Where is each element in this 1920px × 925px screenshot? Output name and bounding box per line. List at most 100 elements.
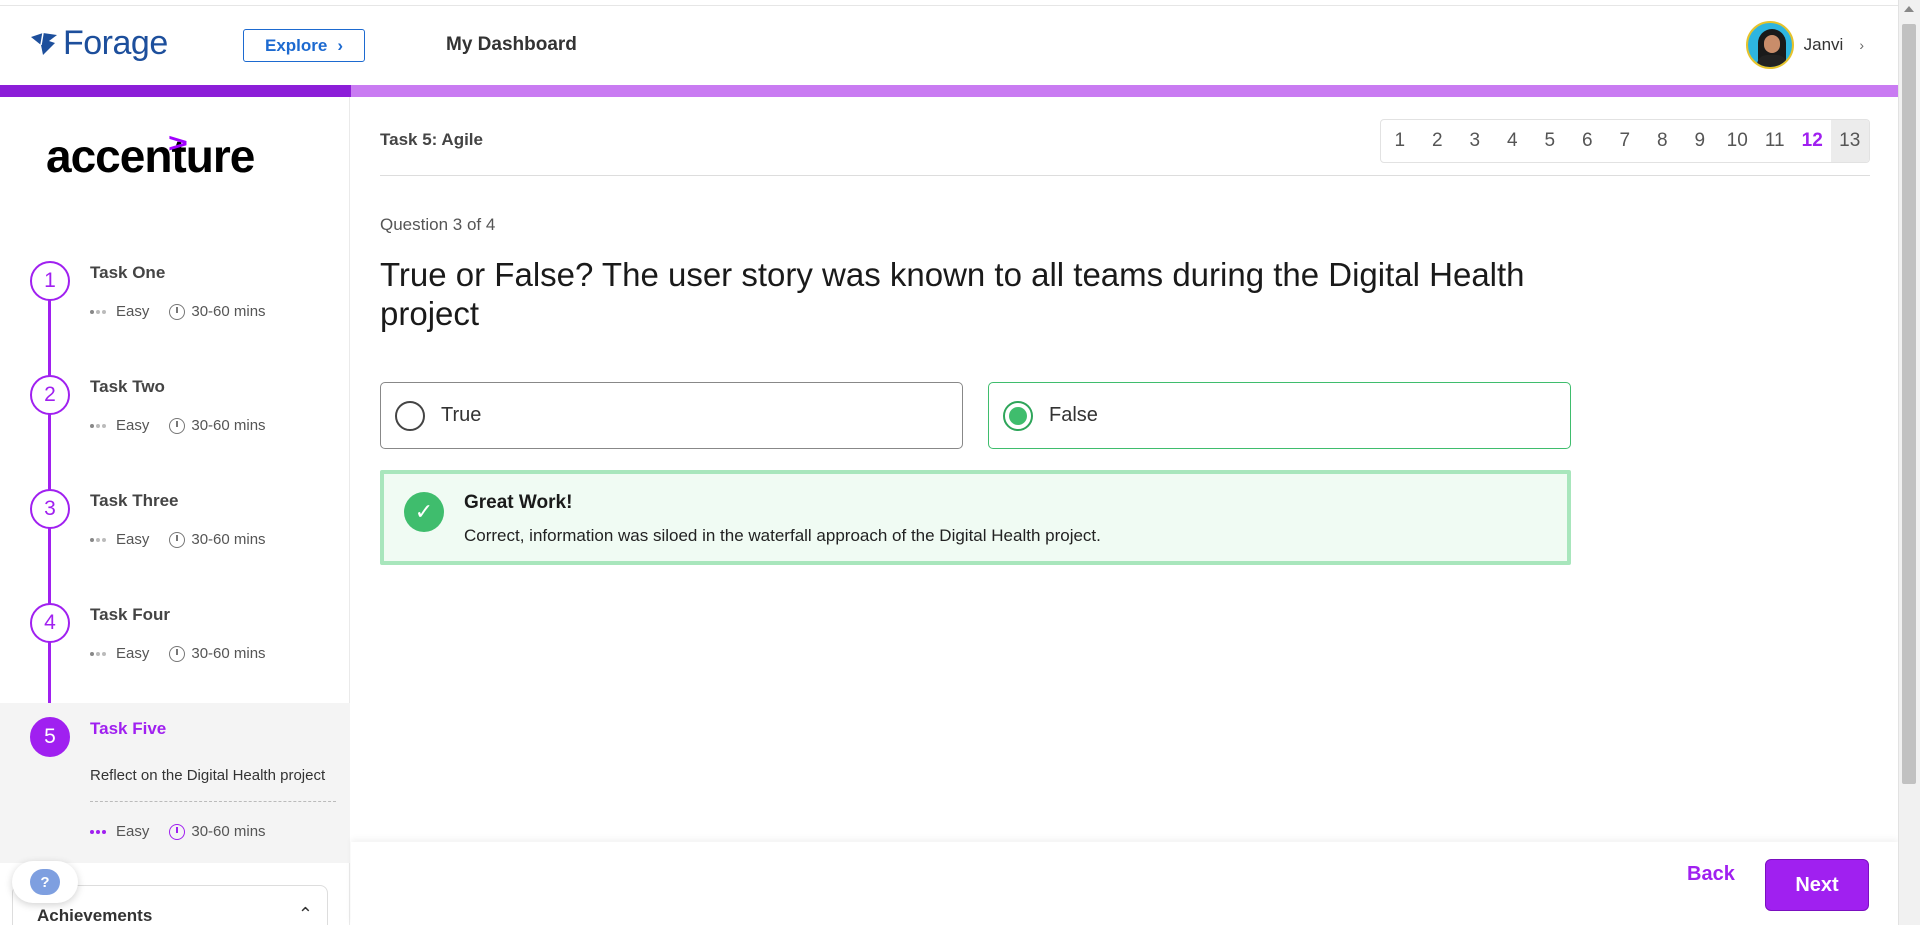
chevron-right-icon: ›: [337, 35, 344, 55]
main-content: Task 5: Agile 1 2 3 4 5 6 7 8 9 10 11 12 13 Question…: [380, 97, 1870, 837]
explore-button[interactable]: Explore ›: [243, 29, 365, 62]
task-item-3[interactable]: 3 Task Three Easy 30-60 mins: [0, 475, 350, 589]
task-number: 3: [30, 489, 70, 529]
page-item-2[interactable]: 2: [1419, 120, 1457, 162]
option-label: True: [441, 404, 482, 426]
achievements-label: Achievements: [37, 906, 153, 925]
forage-logo[interactable]: Forage: [29, 24, 168, 63]
task-divider: [90, 801, 336, 802]
page-item-4[interactable]: 4: [1494, 120, 1532, 162]
clock-icon: [169, 531, 186, 548]
clock-icon: [169, 823, 186, 840]
task-difficulty: Easy: [116, 823, 150, 840]
back-button[interactable]: Back: [1687, 863, 1735, 886]
footer-bar: Back Next: [351, 842, 1898, 925]
page-item-10[interactable]: 10: [1719, 120, 1757, 162]
page-item-12[interactable]: 12: [1794, 120, 1832, 162]
task-duration: 30-60 mins: [191, 417, 266, 434]
accenture-logo-text: accenture: [46, 130, 255, 182]
my-dashboard-link[interactable]: My Dashboard: [446, 34, 577, 56]
difficulty-dots-icon: [90, 423, 106, 428]
task-duration: 30-60 mins: [191, 823, 266, 840]
option-label: False: [1049, 404, 1098, 426]
clock-icon: [169, 417, 186, 434]
progress-bar: [0, 85, 1898, 97]
task-number: 2: [30, 375, 70, 415]
question-text: True or False? The user story was known …: [380, 256, 1525, 332]
task-meta: Easy 30-60 mins: [90, 531, 266, 548]
task-title: Task Five: [90, 719, 167, 738]
check-circle-icon: ✓: [404, 492, 444, 532]
step-pager: 1 2 3 4 5 6 7 8 9 10 11 12 13: [1380, 119, 1870, 163]
user-name: Janvi: [1803, 35, 1844, 54]
task-title: Task Three: [90, 491, 179, 510]
answer-option-false[interactable]: False: [988, 382, 1571, 449]
task-meta: Easy 30-60 mins: [90, 417, 266, 434]
task-title: Task Two: [90, 377, 165, 396]
task-list: 1 Task One Easy 30-60 mins 2 Task Two Ea…: [0, 247, 350, 863]
chevron-up-icon: ⌃: [297, 904, 313, 924]
accenture-chevron-icon: >: [168, 127, 188, 159]
page-scrollbar[interactable]: [1898, 0, 1920, 925]
task-number: 5: [30, 717, 70, 757]
task-meta: Easy 30-60 mins: [90, 303, 266, 320]
task-item-1[interactable]: 1 Task One Easy 30-60 mins: [0, 247, 350, 361]
difficulty-dots-icon: [90, 829, 106, 834]
header-divider: [380, 175, 1870, 176]
feedback-title: Great Work!: [464, 492, 573, 513]
difficulty-dots-icon: [90, 651, 106, 656]
page-item-6[interactable]: 6: [1569, 120, 1607, 162]
task-number: 4: [30, 603, 70, 643]
avatar: [1745, 21, 1794, 69]
page-item-3[interactable]: 3: [1456, 120, 1494, 162]
user-menu[interactable]: Janvi ›: [1745, 21, 1864, 69]
explore-label: Explore: [264, 35, 328, 55]
help-button[interactable]: ?: [12, 861, 78, 903]
task-item-4[interactable]: 4 Task Four Easy 30-60 mins: [0, 589, 350, 703]
accenture-logo: > accenture: [46, 127, 255, 183]
task-meta: Easy 30-60 mins: [90, 823, 266, 840]
top-header: Forage Explore › My Dashboard Janvi ›: [0, 5, 1898, 85]
task-heading: Task 5: Agile: [380, 130, 483, 149]
task-duration: 30-60 mins: [191, 531, 266, 548]
forage-bird-icon: [31, 32, 57, 55]
scrollbar-thumb[interactable]: [1902, 24, 1916, 784]
page-item-7[interactable]: 7: [1606, 120, 1644, 162]
answer-option-true[interactable]: True: [380, 382, 963, 449]
difficulty-dots-icon: [90, 537, 106, 542]
scroll-up-arrow-icon[interactable]: [1904, 6, 1914, 12]
clock-icon: [169, 303, 186, 320]
feedback-text: Correct, information was siloed in the w…: [464, 526, 1101, 545]
task-difficulty: Easy: [116, 417, 150, 434]
task-difficulty: Easy: [116, 645, 150, 662]
question-counter: Question 3 of 4: [380, 215, 496, 234]
task-duration: 30-60 mins: [191, 645, 266, 662]
task-difficulty: Easy: [116, 531, 150, 548]
logo-text: Forage: [63, 24, 168, 62]
chevron-right-icon: ›: [1859, 37, 1864, 53]
task-title: Task Four: [90, 605, 170, 624]
radio-button-unchecked[interactable]: [395, 400, 425, 431]
page-item-11[interactable]: 11: [1756, 120, 1794, 162]
task-meta: Easy 30-60 mins: [90, 645, 266, 662]
task-title: Task One: [90, 263, 166, 282]
page-item-1[interactable]: 1: [1381, 120, 1419, 162]
next-button[interactable]: Next: [1765, 859, 1869, 911]
clock-icon: [169, 645, 186, 662]
page-item-13[interactable]: 13: [1831, 120, 1869, 162]
task-item-2[interactable]: 2 Task Two Easy 30-60 mins: [0, 361, 350, 475]
page-item-9[interactable]: 9: [1681, 120, 1719, 162]
task-item-5[interactable]: 5 Task Five Reflect on the Digital Healt…: [0, 703, 350, 863]
task-number: 1: [30, 261, 70, 301]
task-description: Reflect on the Digital Health project: [90, 767, 326, 784]
task-duration: 30-60 mins: [191, 303, 266, 320]
radio-button-checked[interactable]: [1003, 400, 1033, 431]
sidebar: > accenture 1 Task One Easy 30-60 mins 2…: [0, 97, 350, 925]
feedback-box: ✓ Great Work! Correct, information was s…: [380, 470, 1571, 565]
task-difficulty: Easy: [116, 303, 150, 320]
page-item-5[interactable]: 5: [1531, 120, 1569, 162]
progress-bar-fill: [0, 85, 352, 97]
page-item-8[interactable]: 8: [1644, 120, 1682, 162]
help-icon: ?: [30, 869, 60, 895]
difficulty-dots-icon: [90, 309, 106, 314]
